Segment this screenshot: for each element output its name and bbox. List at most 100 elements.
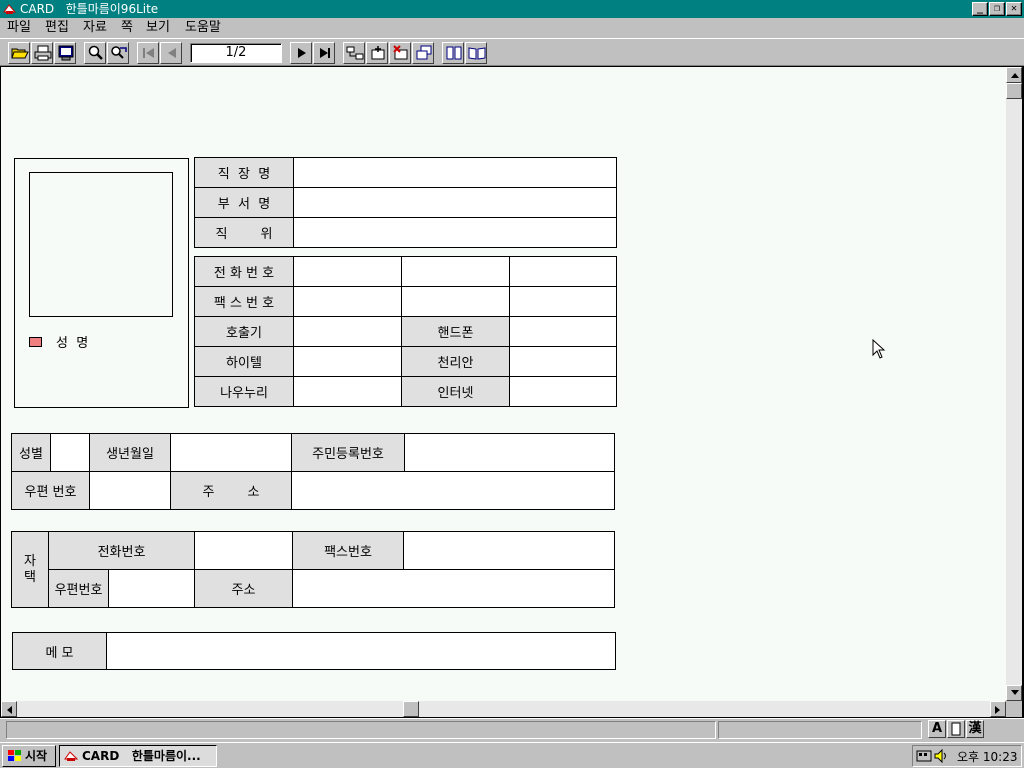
memo-field[interactable] <box>106 632 616 670</box>
next-page-icon <box>298 48 306 58</box>
task-card-app[interactable]: CARD 한틀마름이... <box>59 745 217 767</box>
ime-width-button[interactable] <box>947 720 965 738</box>
menu-page[interactable]: 쪽 <box>121 20 133 36</box>
open-book-icon <box>468 47 486 60</box>
photo-frame[interactable] <box>29 172 173 317</box>
ime-hanja-button[interactable]: 漢 <box>966 720 984 738</box>
nownuri-field[interactable] <box>293 376 402 407</box>
fax-label: 팩 스 번 호 <box>194 286 294 317</box>
scroll-left-button[interactable] <box>1 701 17 717</box>
fax-field-1[interactable] <box>293 286 402 317</box>
last-page-button[interactable] <box>313 42 335 64</box>
menu-edit[interactable]: 편집 <box>45 20 69 36</box>
search-button[interactable] <box>84 42 106 64</box>
scroll-down-button[interactable] <box>1006 685 1022 701</box>
page-indicator[interactable]: 1/2 <box>190 43 282 63</box>
phone-field-2[interactable] <box>401 256 510 287</box>
pager-field[interactable] <box>293 316 402 347</box>
close-button[interactable]: ✕ <box>1006 2 1022 16</box>
task-label: CARD 한틀마름이... <box>82 749 201 763</box>
add-card-icon <box>371 46 385 60</box>
home-fax-field[interactable] <box>403 531 615 570</box>
network-button[interactable] <box>343 42 365 64</box>
last-page-icon <box>320 48 330 58</box>
preview-button[interactable] <box>54 42 76 64</box>
copy-card-button[interactable] <box>412 42 434 64</box>
home-zipcode-label: 우편번호 <box>48 569 109 608</box>
ime-alpha-button[interactable]: A <box>928 720 946 738</box>
title-bar[interactable]: CARD 한틀마름이96Lite _ ❐ ✕ <box>0 0 1024 18</box>
find-replace-icon <box>111 46 127 59</box>
minimize-button[interactable]: _ <box>972 2 988 16</box>
vertical-scroll-thumb[interactable] <box>1006 83 1022 99</box>
speaker-icon[interactable] <box>934 749 948 763</box>
prev-page-icon <box>168 48 176 58</box>
mobile-field[interactable] <box>509 316 617 347</box>
open-book-button[interactable] <box>465 42 487 64</box>
vertical-scrollbar[interactable] <box>1006 67 1022 701</box>
open-button[interactable] <box>8 42 30 64</box>
scroll-corner <box>1006 701 1022 717</box>
scroll-right-button[interactable] <box>990 701 1006 717</box>
fax-field-3[interactable] <box>509 286 617 317</box>
internet-field[interactable] <box>509 376 617 407</box>
scroll-up-button[interactable] <box>1006 67 1022 83</box>
department-label: 부 서 명 <box>194 187 294 218</box>
book-view-button[interactable] <box>442 42 464 64</box>
birthdate-field[interactable] <box>170 433 292 472</box>
arrow-left-icon <box>7 706 12 714</box>
delete-card-button[interactable] <box>389 42 411 64</box>
next-page-button[interactable] <box>290 42 312 64</box>
start-button[interactable]: 시작 <box>2 745 56 767</box>
toolbar: 1/2 <box>0 38 1024 66</box>
keyboard-tray-icon[interactable] <box>916 749 932 763</box>
folder-open-icon <box>11 48 29 59</box>
internet-label: 인터넷 <box>401 376 510 407</box>
phone-field-1[interactable] <box>293 256 402 287</box>
delete-card-icon <box>393 45 408 60</box>
home-address-label: 주소 <box>194 569 293 608</box>
home-address-field[interactable] <box>292 569 615 608</box>
add-card-button[interactable] <box>366 42 388 64</box>
home-zipcode-field[interactable] <box>108 569 195 608</box>
home-fax-label: 팩스번호 <box>292 531 404 570</box>
company-field[interactable] <box>293 157 617 188</box>
prev-page-button[interactable] <box>160 42 182 64</box>
memo-label: 메 모 <box>12 632 107 670</box>
fax-field-2[interactable] <box>401 286 510 317</box>
print-button[interactable] <box>31 42 53 64</box>
menu-file[interactable]: 파일 <box>7 20 31 36</box>
replace-button[interactable] <box>107 42 129 64</box>
menu-help[interactable]: 도움말 <box>185 20 221 36</box>
menu-view[interactable]: 보기 <box>146 20 170 36</box>
gender-field[interactable] <box>50 433 90 472</box>
system-tray: 오후 10:23 <box>912 745 1022 767</box>
department-field[interactable] <box>293 187 617 218</box>
home-phone-field[interactable] <box>194 531 293 570</box>
chollian-label: 천리안 <box>401 346 510 377</box>
zipcode-label: 우편 번호 <box>11 471 90 510</box>
phone-field-3[interactable] <box>509 256 617 287</box>
name-label: 성 명 <box>56 336 89 351</box>
clock: 오후 10:23 <box>957 750 1018 764</box>
position-field[interactable] <box>293 217 617 248</box>
status-pane-secondary <box>718 721 922 739</box>
card-document[interactable]: 성 명 직 장 명 부 서 명 직 위 전 화 번 호 팩 스 번 호 호출기 … <box>1 67 1006 701</box>
resident-id-field[interactable] <box>404 433 615 472</box>
chollian-field[interactable] <box>509 346 617 377</box>
horizontal-scroll-thumb[interactable] <box>403 701 419 717</box>
restore-button[interactable]: ❐ <box>989 2 1005 16</box>
arrow-up-icon <box>1011 73 1019 78</box>
copy-card-icon <box>416 45 432 60</box>
nownuri-label: 나우누리 <box>194 376 294 407</box>
zipcode-field[interactable] <box>89 471 171 510</box>
half-width-icon <box>951 722 961 736</box>
horizontal-scrollbar[interactable] <box>1 701 1006 717</box>
pager-label: 호출기 <box>194 316 294 347</box>
address-field[interactable] <box>291 471 615 510</box>
start-label: 시작 <box>25 749 48 763</box>
menu-data[interactable]: 자료 <box>83 20 107 36</box>
windows-logo-icon <box>8 750 21 761</box>
hitel-field[interactable] <box>293 346 402 377</box>
first-page-button[interactable] <box>137 42 159 64</box>
